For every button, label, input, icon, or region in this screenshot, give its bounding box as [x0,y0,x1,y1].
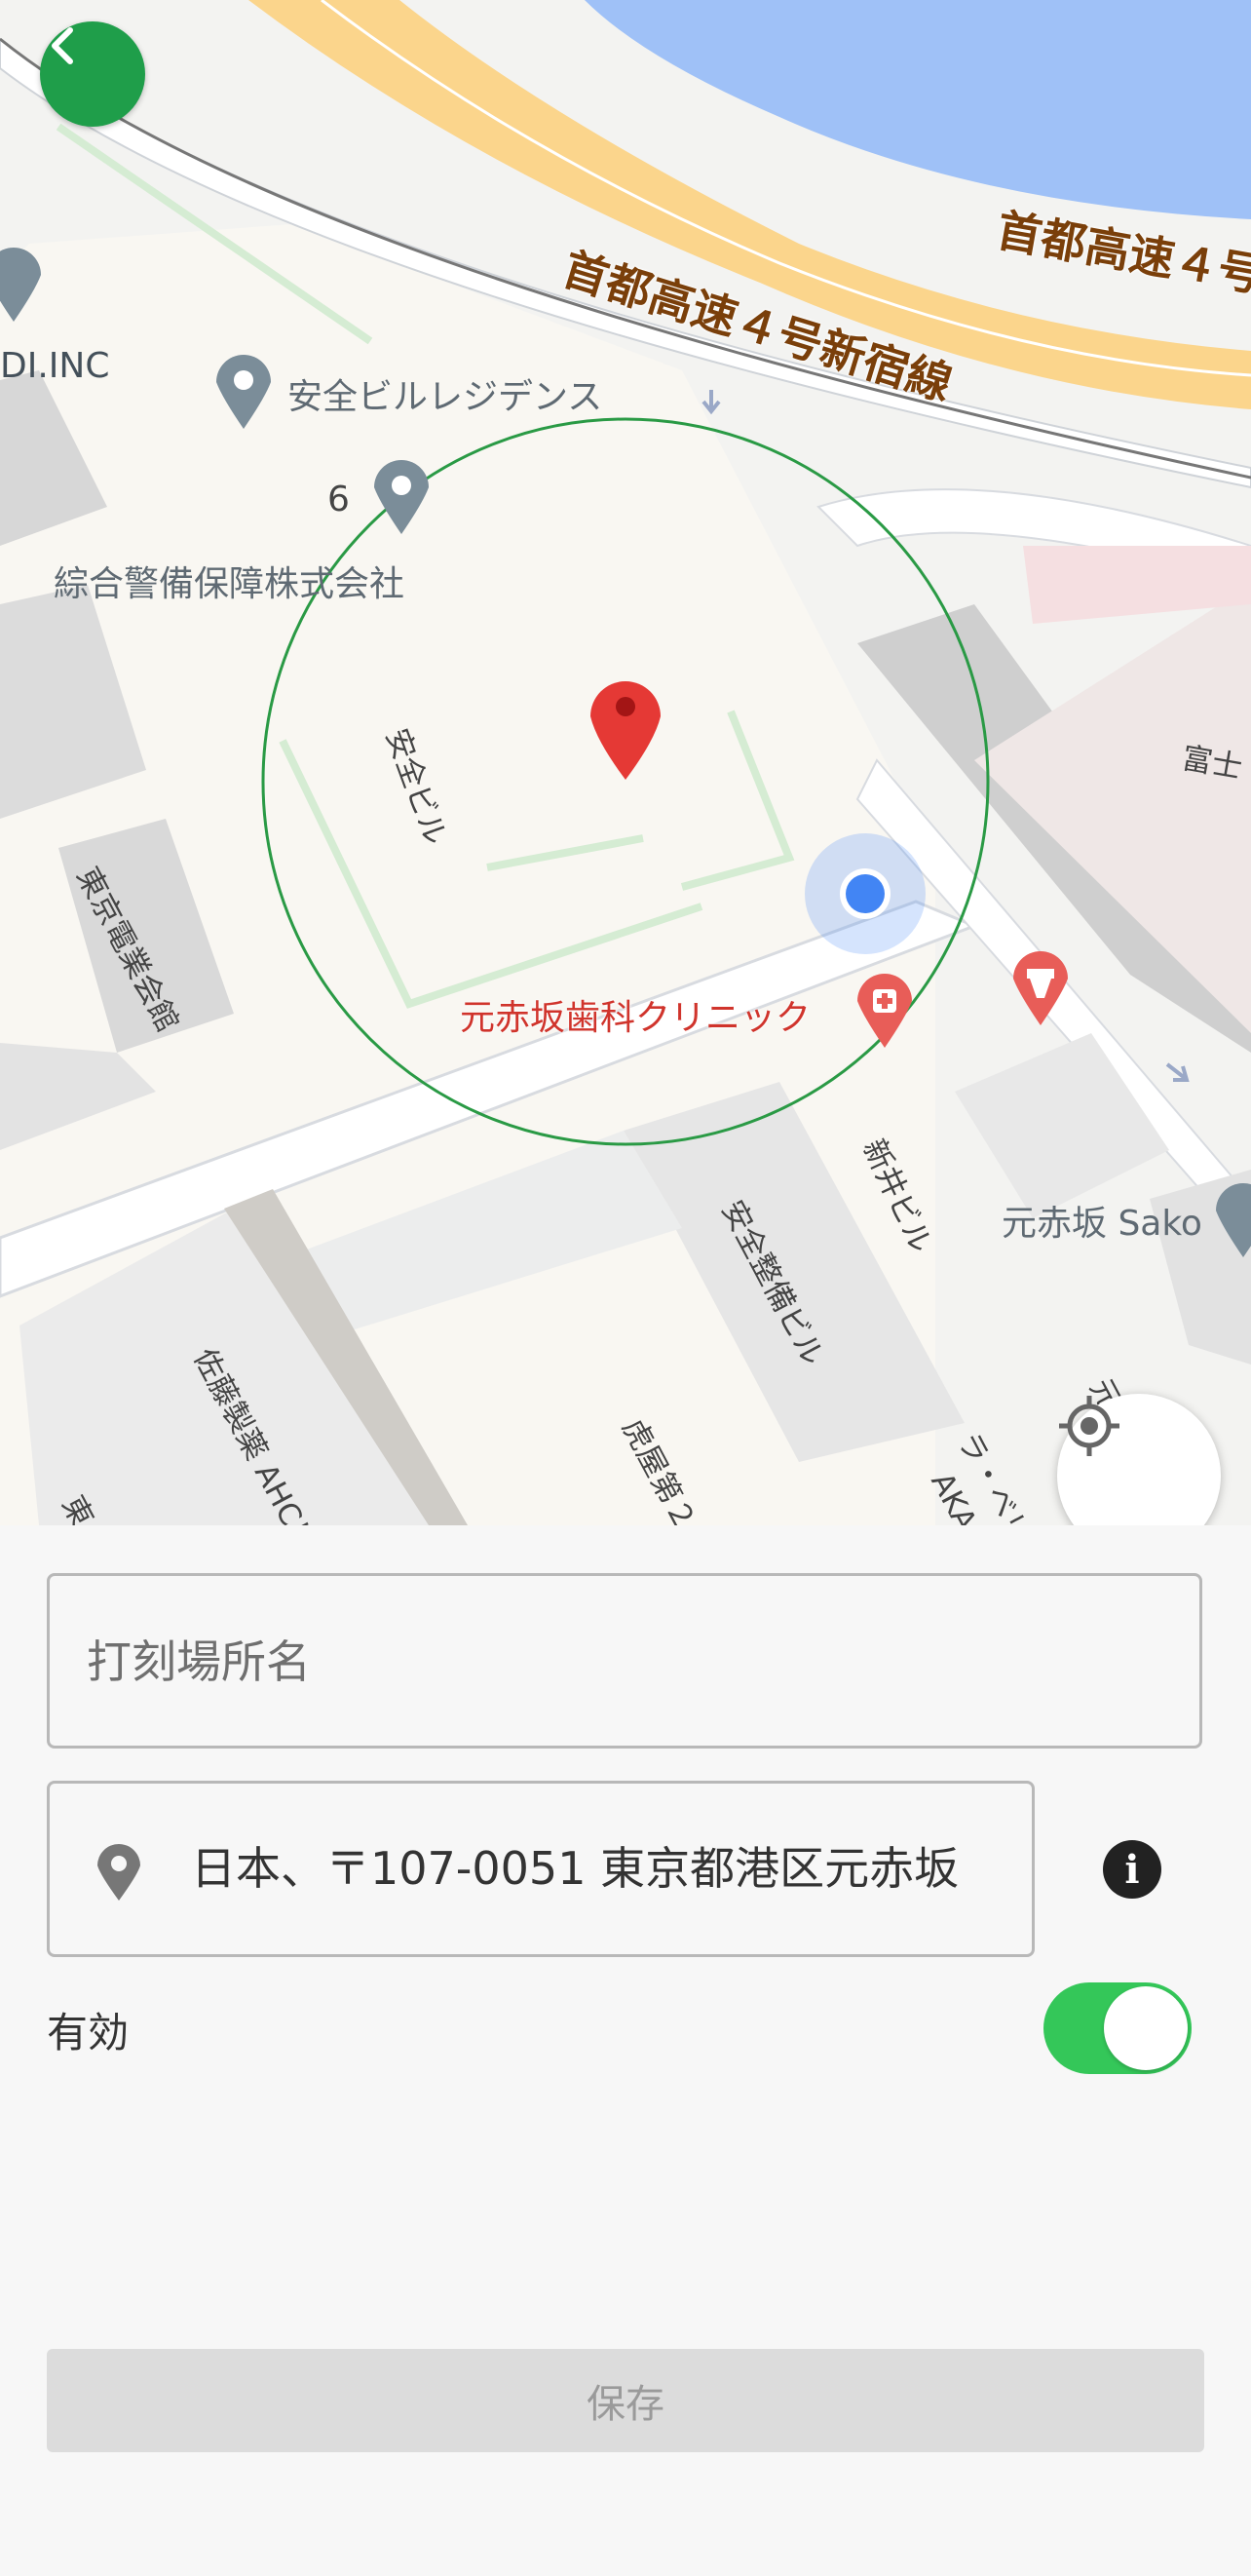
place-name-field[interactable] [47,1573,1202,1749]
place-name-input[interactable] [85,1576,1160,1748]
save-button[interactable]: 保存 [47,2349,1204,2452]
valid-label: 有効 [47,2009,130,2057]
chevron-left-icon [52,27,73,64]
poi-label: 6 [327,480,350,519]
poi-label[interactable]: 元赤坂 Sako [1002,1195,1202,1246]
address-field[interactable]: 日本、〒107-0051 東京都港区元赤坂 [47,1781,1035,1957]
back-button[interactable] [40,21,145,127]
poi-label: DI.INC [0,346,110,386]
current-location-dot-icon [846,874,885,913]
info-icon: i [1124,1846,1140,1893]
address-value: 日本、〒107-0051 東京都港区元赤坂 [191,1842,960,1895]
map-view[interactable]: 首都高速４号新宿線 首都高速４号 DI.INC 安全ビルレジデンス 6 綜合警備… [0,0,1251,1525]
valid-toggle[interactable] [1043,1982,1192,2074]
poi-label[interactable]: 安全ビルレジデンス [287,368,602,419]
poi-label[interactable]: 綜合警備保障株式会社 [54,556,404,606]
location-pin-icon [97,1844,140,1901]
toggle-knob [1104,1986,1188,2070]
clinic-label[interactable]: 元赤坂歯科クリニック [460,989,811,1040]
info-button[interactable]: i [1103,1840,1161,1899]
my-location-icon [1059,1396,1119,1456]
